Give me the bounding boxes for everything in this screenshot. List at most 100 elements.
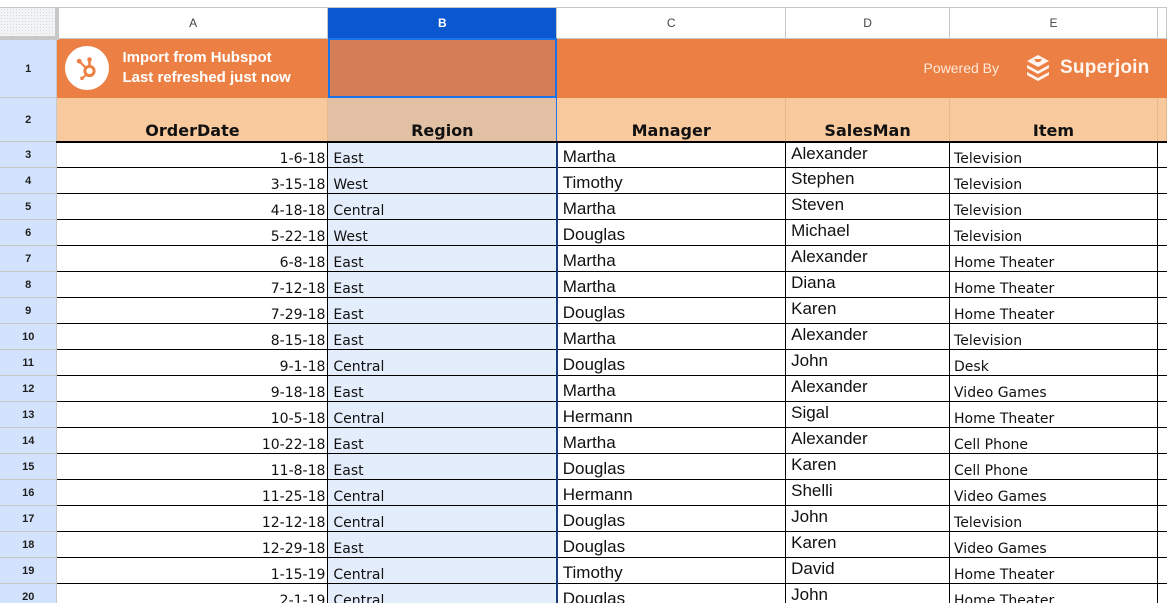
cell-manager[interactable]: Douglas [556,297,787,324]
cell-salesman[interactable]: Diana [785,271,951,298]
cell-item[interactable]: Home Theater [949,245,1158,272]
cell-item[interactable]: Cell Phone [949,453,1158,480]
row-header[interactable]: 3 [0,141,58,168]
row-header[interactable]: 19 [0,557,58,584]
column-header-e[interactable]: E [949,8,1158,39]
cell-orderdate[interactable]: 1-6-18 [56,141,329,168]
cell-manager[interactable]: Douglas [556,505,787,532]
cell-region[interactable]: East [327,323,558,350]
row-header[interactable]: 17 [0,505,58,532]
cell-salesman[interactable]: Sigal [785,401,951,428]
cell-manager[interactable]: Hermann [556,479,787,506]
cell-orderdate[interactable]: 1-15-19 [56,557,329,584]
cell-salesman[interactable]: John [785,349,951,376]
cell-f[interactable] [1157,245,1167,272]
cell-item[interactable]: Television [949,193,1158,220]
cell-f[interactable] [1157,167,1167,194]
cell-orderdate[interactable]: 11-25-18 [56,479,329,506]
cell-orderdate[interactable]: 12-12-18 [56,505,329,532]
header-orderdate[interactable]: OrderDate [56,97,329,143]
header-region[interactable]: Region [327,97,558,143]
cell-salesman[interactable]: David [785,557,951,584]
row-header[interactable]: 15 [0,453,58,480]
column-header-f[interactable] [1157,8,1167,39]
cell-orderdate[interactable]: 9-1-18 [56,349,329,376]
cell-orderdate[interactable]: 7-29-18 [56,297,329,324]
column-header-c[interactable]: C [556,8,787,39]
row-header[interactable]: 7 [0,245,58,272]
header-f[interactable] [1157,97,1167,143]
cell-manager[interactable]: Martha [556,427,787,454]
cell-region[interactable]: East [327,271,558,298]
cell-f[interactable] [1157,271,1167,298]
cell-region[interactable]: East [327,245,558,272]
cell-manager[interactable]: Timothy [556,167,787,194]
cell-region[interactable]: East [327,427,558,454]
cell-orderdate[interactable]: 3-15-18 [56,167,329,194]
cell-orderdate[interactable]: 7-12-18 [56,271,329,298]
cell-orderdate[interactable]: 12-29-18 [56,531,329,558]
cell-item[interactable]: Video Games [949,375,1158,402]
cell-item[interactable]: Television [949,505,1158,532]
row-header[interactable]: 16 [0,479,58,506]
cell-f[interactable] [1157,427,1167,454]
row-header[interactable]: 9 [0,297,58,324]
cell-salesman[interactable]: Michael [785,219,951,246]
cell-manager[interactable]: Martha [556,375,787,402]
cell-region[interactable]: Central [327,349,558,376]
row-header[interactable]: 5 [0,193,58,220]
row-header[interactable]: 18 [0,531,58,558]
cell-region[interactable]: East [327,141,558,168]
cell-f[interactable] [1157,141,1167,168]
row-header[interactable]: 20 [0,583,58,603]
cell-salesman[interactable]: John [785,583,951,603]
cell-region[interactable]: Central [327,193,558,220]
cell-manager[interactable]: Douglas [556,531,787,558]
cell-salesman[interactable]: Stephen [785,167,951,194]
cell-orderdate[interactable]: 10-5-18 [56,401,329,428]
cell-item[interactable]: Home Theater [949,271,1158,298]
row-header[interactable]: 4 [0,167,58,194]
cell-item[interactable]: Television [949,141,1158,168]
cell-item[interactable]: Cell Phone [949,427,1158,454]
select-all-corner[interactable] [0,8,59,40]
cell-manager[interactable]: Douglas [556,219,787,246]
cell-region[interactable]: Central [327,479,558,506]
row-header[interactable]: 10 [0,323,58,350]
cell-item[interactable]: Video Games [949,479,1158,506]
cell-item[interactable]: Desk [949,349,1158,376]
cell-f[interactable] [1157,583,1167,603]
cell-orderdate[interactable]: 4-18-18 [56,193,329,220]
column-header-b[interactable]: B [327,8,558,39]
cell-f[interactable] [1157,349,1167,376]
cell-region[interactable]: East [327,453,558,480]
row-header-2[interactable]: 2 [0,97,58,142]
cell-region[interactable]: West [327,219,558,246]
header-manager[interactable]: Manager [556,97,787,143]
cell-f[interactable] [1157,557,1167,584]
cell-salesman[interactable]: John [785,505,951,532]
header-salesman[interactable]: SalesMan [785,97,951,143]
cell-orderdate[interactable]: 5-22-18 [56,219,329,246]
cell-item[interactable]: Television [949,219,1158,246]
row-header[interactable]: 11 [0,349,58,376]
cell-manager[interactable]: Douglas [556,583,787,603]
cell-item[interactable]: Home Theater [949,401,1158,428]
column-header-a[interactable]: A [56,8,329,39]
cell-manager[interactable]: Martha [556,323,787,350]
cell-salesman[interactable]: Karen [785,297,951,324]
cell-f[interactable] [1157,323,1167,350]
cell-item[interactable]: Television [949,323,1158,350]
cell-f[interactable] [1157,375,1167,402]
row-header-1[interactable]: 1 [0,38,58,98]
cell-region[interactable]: Central [327,583,558,603]
cell-item[interactable]: Television [949,167,1158,194]
cell-salesman[interactable]: Karen [785,453,951,480]
cell-c1-e1[interactable]: Powered By Superjoin [556,38,1158,98]
cell-orderdate[interactable]: 11-8-18 [56,453,329,480]
cell-manager[interactable]: Martha [556,193,787,220]
row-header[interactable]: 6 [0,219,58,246]
cell-a1[interactable]: Import from Hubspot Last refreshed just … [56,38,328,98]
cell-manager[interactable]: Martha [556,245,787,272]
cell-f[interactable] [1157,505,1167,532]
